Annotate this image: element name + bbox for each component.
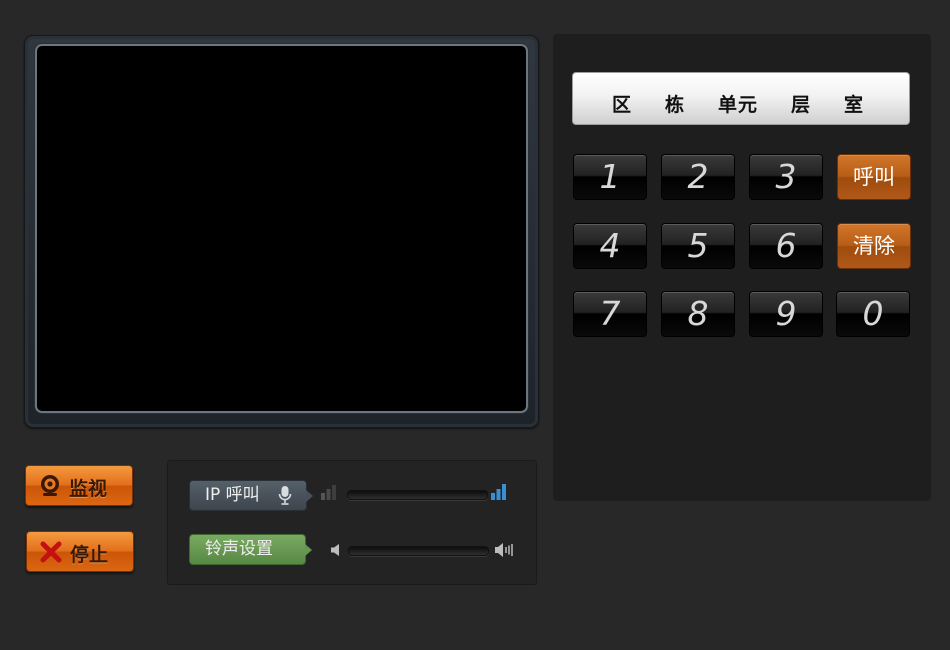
ip-call-volume-slider[interactable] xyxy=(347,490,488,500)
stop-label: 停止 xyxy=(70,544,109,566)
address-label-floor: 层 xyxy=(790,94,812,116)
key-2[interactable]: 2 xyxy=(661,154,735,200)
address-label-room: 室 xyxy=(843,94,865,116)
ip-call-label: IP 呼叫 xyxy=(205,485,260,505)
key-5[interactable]: 5 xyxy=(661,223,735,269)
monitor-button[interactable]: 监视 xyxy=(25,465,133,506)
ringtone-settings-label: 铃声设置 xyxy=(205,539,273,559)
address-label-unit: 单元 xyxy=(717,94,759,116)
signal-high-icon xyxy=(491,484,506,500)
webcam-icon xyxy=(41,475,59,496)
key-8[interactable]: 8 xyxy=(661,291,735,337)
ip-call-tag[interactable]: IP 呼叫 xyxy=(189,480,313,511)
microphone-icon xyxy=(278,486,292,505)
address-label-district: 区 xyxy=(611,94,633,116)
clear-button[interactable]: 清除 xyxy=(837,223,911,269)
ringtone-volume-slider[interactable] xyxy=(348,546,489,556)
monitor-label: 监视 xyxy=(69,478,108,500)
audio-settings-panel: IP 呼叫 铃声设置 xyxy=(167,460,537,585)
key-4[interactable]: 4 xyxy=(573,223,647,269)
key-7[interactable]: 7 xyxy=(573,291,647,337)
key-0[interactable]: 0 xyxy=(836,291,910,337)
key-9[interactable]: 9 xyxy=(749,291,823,337)
key-3[interactable]: 3 xyxy=(749,154,823,200)
signal-low-icon xyxy=(321,485,336,500)
ringtone-settings-tag[interactable]: 铃声设置 xyxy=(189,534,312,565)
keypad-panel: 区 栋 单元 层 室 1 2 3 呼叫 4 5 6 清除 7 8 9 0 xyxy=(553,34,931,501)
address-display: 区 栋 单元 层 室 xyxy=(572,72,910,125)
stop-button[interactable]: 停止 xyxy=(26,531,134,572)
key-6[interactable]: 6 xyxy=(749,223,823,269)
video-monitor-frame xyxy=(24,35,539,428)
video-screen xyxy=(37,46,526,411)
key-1[interactable]: 1 xyxy=(573,154,647,200)
address-label-building: 栋 xyxy=(664,94,686,116)
volume-low-icon xyxy=(331,544,339,556)
x-icon xyxy=(40,541,62,563)
volume-high-icon xyxy=(495,543,513,557)
call-button[interactable]: 呼叫 xyxy=(837,154,911,200)
